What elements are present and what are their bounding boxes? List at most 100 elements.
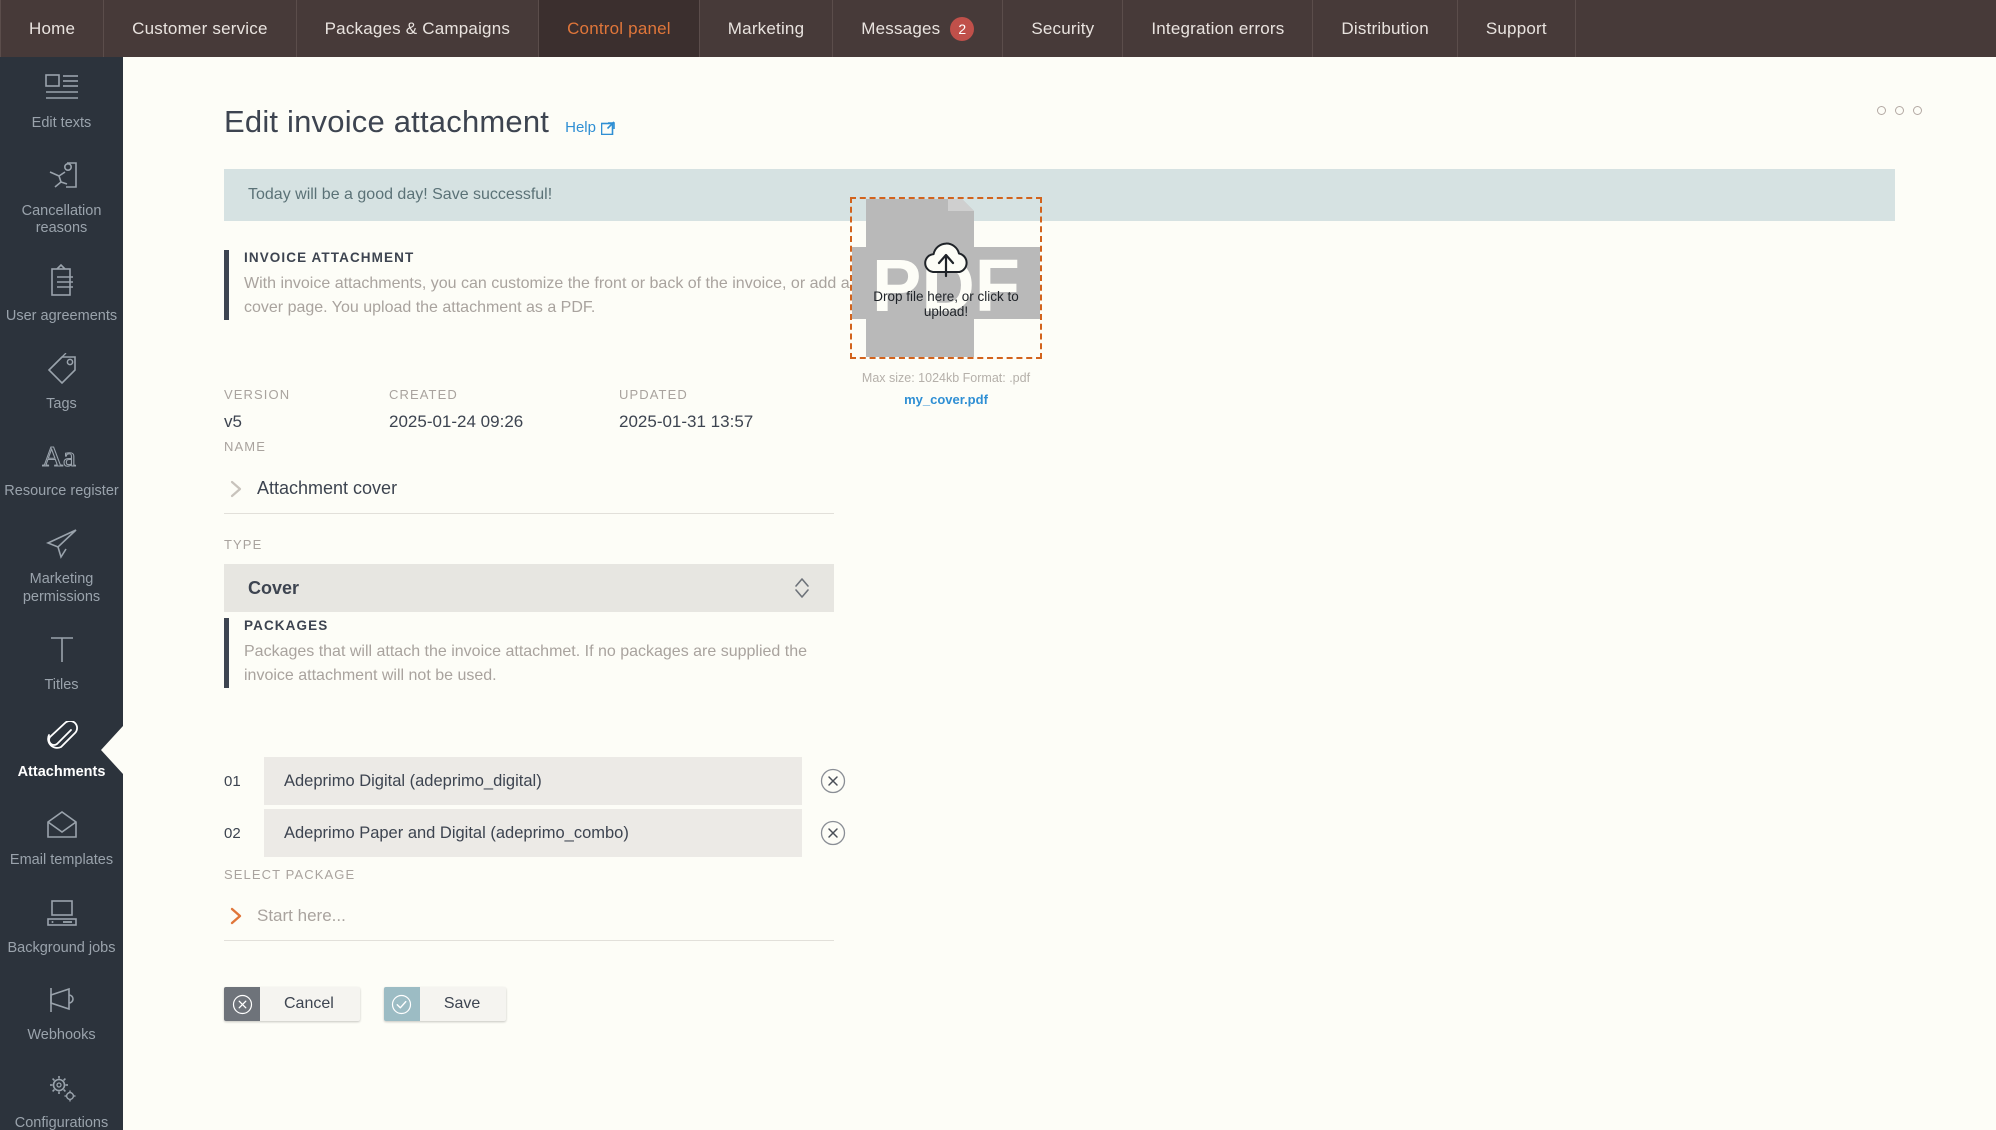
svg-text:Aa: Aa bbox=[42, 441, 76, 471]
package-index: 02 bbox=[224, 824, 241, 842]
gears-icon bbox=[45, 1070, 79, 1106]
metadata-created: CREATED 2025-01-24 09:26 bbox=[389, 387, 619, 432]
topnav-item-messages[interactable]: Messages 2 bbox=[833, 0, 1004, 57]
topnav-label: Messages bbox=[861, 18, 941, 38]
topnav-label: Control panel bbox=[567, 18, 671, 38]
topnav-label: Integration errors bbox=[1151, 18, 1285, 38]
topnav-item-home[interactable]: Home bbox=[0, 0, 105, 57]
sidebar-item-label: User agreements bbox=[5, 308, 118, 325]
sidebar-item-label: Configurations bbox=[14, 1114, 109, 1130]
topnav-item-distribution[interactable]: Distribution bbox=[1313, 0, 1458, 57]
section-accent-bar bbox=[224, 250, 229, 320]
invoice-attachment-section: INVOICE ATTACHMENT With invoice attachme… bbox=[224, 250, 884, 320]
paperclip-icon bbox=[45, 719, 79, 755]
sidebar-item-label: Cancellation reasons bbox=[21, 202, 102, 237]
dot-icon bbox=[1913, 106, 1922, 115]
more-options-button[interactable] bbox=[1877, 106, 1922, 115]
chevron-right-icon bbox=[230, 907, 242, 925]
chevron-up-down-icon bbox=[795, 578, 809, 598]
topnav-item-marketing[interactable]: Marketing bbox=[700, 0, 834, 57]
invoice-section-description: With invoice attachments, you can custom… bbox=[244, 275, 850, 316]
sidebar-item-label: Webhooks bbox=[27, 1027, 96, 1044]
uploaded-file-link[interactable]: my_cover.pdf bbox=[850, 392, 1042, 407]
help-link[interactable]: Help bbox=[565, 119, 615, 136]
select-package-label: SELECT PACKAGE bbox=[224, 867, 356, 882]
sidebar-item-titles[interactable]: Titles bbox=[0, 619, 123, 707]
sidebar-item-user-agreements[interactable]: User agreements bbox=[0, 250, 123, 338]
type-label: TYPE bbox=[224, 537, 263, 552]
close-circle-icon bbox=[820, 820, 846, 846]
name-label: NAME bbox=[224, 439, 266, 454]
topnav-label: Home bbox=[29, 18, 76, 38]
sidebar-item-label: Attachments bbox=[17, 764, 106, 781]
packages-section: PACKAGES Packages that will attach the i… bbox=[224, 618, 854, 688]
topnav-item-support[interactable]: Support bbox=[1458, 0, 1576, 57]
topnav-item-packages-campaigns[interactable]: Packages & Campaigns bbox=[297, 0, 540, 57]
name-input[interactable]: Attachment cover bbox=[224, 466, 834, 514]
dot-icon bbox=[1877, 106, 1886, 115]
metadata-version: VERSION v5 bbox=[224, 387, 389, 432]
check-circle-icon bbox=[383, 987, 420, 1021]
type-value: Cover bbox=[248, 577, 300, 598]
page-title: Edit invoice attachment bbox=[224, 104, 550, 139]
package-index: 01 bbox=[224, 772, 241, 790]
sidebar-item-edit-texts[interactable]: Edit texts bbox=[0, 57, 123, 145]
dropzone-text: Drop file here, or click to upload! bbox=[873, 288, 1019, 319]
topnav-label: Security bbox=[1031, 18, 1095, 38]
sidebar-item-cancellation-reasons[interactable]: Cancellation reasons bbox=[0, 145, 123, 250]
invoice-section-title: INVOICE ATTACHMENT bbox=[244, 250, 415, 265]
clipboard-icon bbox=[47, 263, 77, 299]
file-dropzone[interactable]: PDF Drop file here, or click to upload! bbox=[850, 197, 1042, 359]
close-circle-icon bbox=[224, 987, 260, 1021]
table-row: 02 Adeprimo Paper and Digital (adeprimo_… bbox=[224, 809, 864, 857]
select-package-group: SELECT PACKAGE Start here... bbox=[224, 867, 834, 941]
sidebar-item-marketing-permissions[interactable]: Marketing permissions bbox=[0, 513, 123, 618]
select-package-input[interactable]: Start here... bbox=[224, 894, 834, 941]
cloud-upload-icon bbox=[924, 242, 968, 277]
metadata-label: CREATED bbox=[389, 387, 458, 402]
external-link-icon bbox=[600, 120, 615, 135]
topnav-item-security[interactable]: Security bbox=[1003, 0, 1124, 57]
metadata-value: v5 bbox=[224, 412, 242, 431]
sidebar-item-label: Email templates bbox=[9, 851, 114, 868]
sidebar-item-label: Titles bbox=[44, 676, 79, 693]
type-field-group: TYPE Cover bbox=[224, 537, 834, 612]
select-package-placeholder: Start here... bbox=[257, 906, 346, 925]
sidebar-item-background-jobs[interactable]: Background jobs bbox=[0, 882, 123, 970]
metadata-label: UPDATED bbox=[619, 387, 688, 402]
save-button[interactable]: Save bbox=[383, 987, 507, 1021]
type-select[interactable]: Cover bbox=[224, 564, 834, 612]
paper-plane-icon bbox=[45, 526, 79, 562]
topnav-label: Packages & Campaigns bbox=[324, 18, 511, 38]
topnav-item-integration-errors[interactable]: Integration errors bbox=[1123, 0, 1314, 57]
sidebar-item-configurations[interactable]: Configurations bbox=[0, 1057, 123, 1130]
sidebar-item-email-templates[interactable]: Email templates bbox=[0, 794, 123, 882]
main-content: Edit invoice attachment Help Today will … bbox=[123, 57, 1996, 1130]
chevron-right-icon bbox=[230, 480, 242, 497]
sidebar-item-tags[interactable]: Tags bbox=[0, 338, 123, 426]
sidebar-item-webhooks[interactable]: Webhooks bbox=[0, 969, 123, 1057]
dot-icon bbox=[1895, 106, 1904, 115]
name-field-group: NAME Attachment cover bbox=[224, 439, 834, 514]
topnav-item-customer-service[interactable]: Customer service bbox=[104, 0, 297, 57]
text-lines-icon bbox=[44, 70, 80, 106]
alert-message: Today will be a good day! Save successfu… bbox=[248, 186, 553, 203]
sidebar-item-attachments[interactable]: Attachments bbox=[0, 706, 123, 794]
text-t-icon bbox=[46, 632, 78, 668]
upload-area: PDF Drop file here, or click to upload! … bbox=[850, 197, 1090, 407]
sidebar-item-label: Marketing permissions bbox=[22, 571, 101, 605]
remove-package-button[interactable] bbox=[802, 768, 864, 794]
name-value: Attachment cover bbox=[257, 478, 398, 498]
topnav-label: Customer service bbox=[132, 18, 268, 38]
metadata-label: VERSION bbox=[224, 387, 291, 402]
tag-icon bbox=[45, 351, 79, 387]
topnav-item-control-panel[interactable]: Control panel bbox=[539, 0, 700, 57]
save-label: Save bbox=[443, 995, 481, 1012]
sidebar-item-label: Background jobs bbox=[7, 939, 116, 956]
remove-package-button[interactable] bbox=[802, 820, 864, 846]
dropzone-content: Drop file here, or click to upload! bbox=[852, 238, 1040, 319]
packages-list: 01 Adeprimo Digital (adeprimo_digital) 0… bbox=[224, 757, 864, 861]
cancel-button[interactable]: Cancel bbox=[224, 987, 360, 1021]
sidebar-item-resource-register[interactable]: Aa Resource register bbox=[0, 425, 123, 513]
metadata-value: 2025-01-31 13:57 bbox=[619, 412, 754, 431]
